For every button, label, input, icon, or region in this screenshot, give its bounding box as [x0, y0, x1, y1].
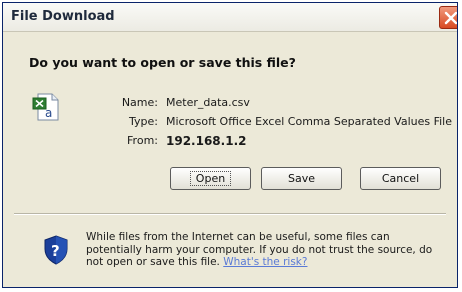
open-button[interactable]: Open: [170, 167, 251, 190]
save-button[interactable]: Save: [261, 167, 342, 190]
open-button-label: Open: [189, 171, 232, 186]
file-type-value: Microsoft Office Excel Comma Separated V…: [166, 115, 453, 128]
svg-text:?: ?: [51, 242, 60, 260]
cancel-button[interactable]: Cancel: [360, 167, 441, 190]
svg-text:a: a: [45, 106, 52, 120]
file-name-value: Meter_data.csv: [166, 96, 250, 109]
whats-the-risk-link[interactable]: What's the risk?: [223, 256, 307, 268]
dialog-question: Do you want to open or save this file?: [29, 55, 296, 70]
file-from-label: From:: [127, 134, 158, 147]
dialog-title: File Download: [11, 9, 115, 24]
file-from-value: 192.168.1.2: [166, 134, 247, 148]
security-shield-icon: ?: [44, 235, 68, 265]
file-name-label: Name:: [121, 96, 158, 109]
file-download-dialog: File Download Do you want to open or sav…: [2, 2, 458, 288]
file-type-label: Type:: [129, 115, 158, 128]
close-button[interactable]: [439, 6, 457, 29]
close-icon: [444, 11, 457, 25]
divider: [14, 213, 446, 215]
security-warning: While files from the Internet can be use…: [86, 231, 446, 269]
excel-csv-file-icon: a: [32, 93, 59, 121]
title-bar[interactable]: File Download: [3, 3, 457, 32]
